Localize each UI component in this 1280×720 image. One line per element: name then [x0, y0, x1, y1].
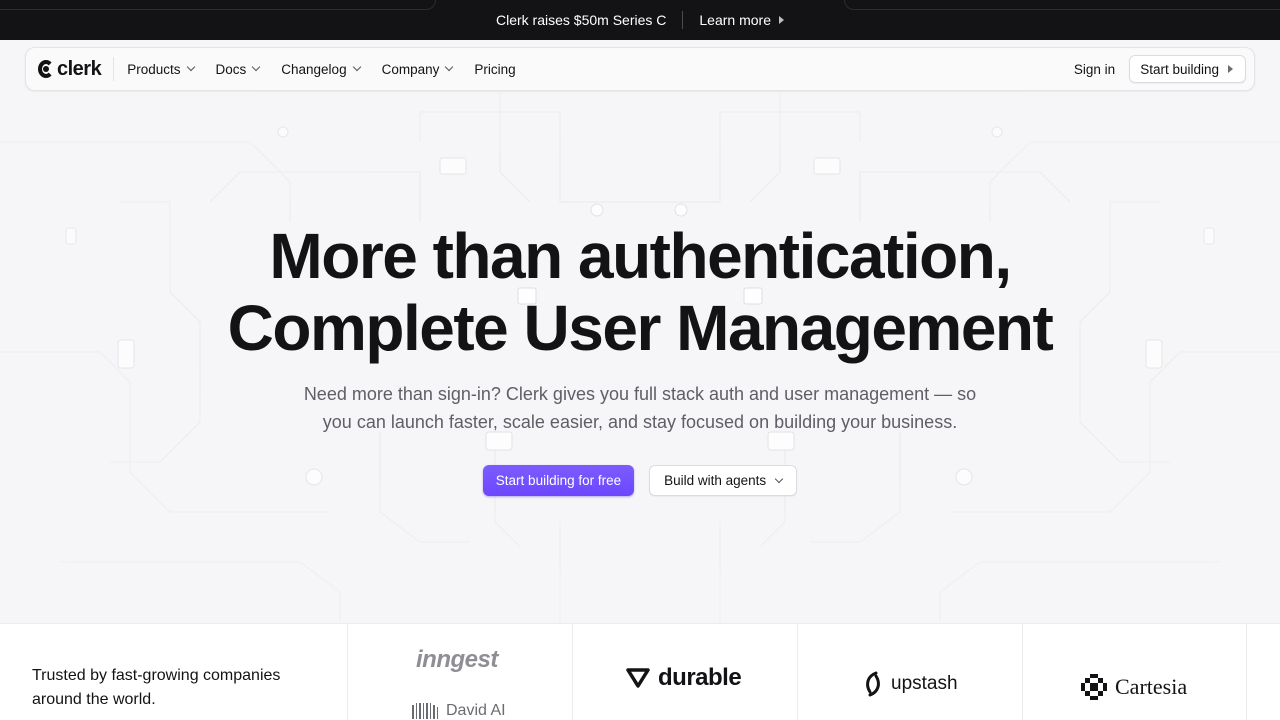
announcement-notch-right	[844, 0, 1280, 10]
cartesia-logo-text: Cartesia	[1115, 674, 1188, 699]
sign-in-link[interactable]: Sign in	[1074, 62, 1115, 77]
hero-title: More than authentication, Complete User …	[0, 220, 1280, 364]
cartesia-logo: Cartesia	[1081, 674, 1187, 700]
learn-more-label: Learn more	[699, 12, 771, 28]
nav-item-products[interactable]: Products	[116, 54, 204, 84]
hero-title-line-1: More than authentication,	[269, 220, 1012, 292]
upstash-logo: upstash	[862, 670, 958, 698]
start-building-label: Start building	[1140, 61, 1219, 77]
start-building-free-button[interactable]: Start building for free	[482, 465, 635, 496]
nav-item-label: Docs	[215, 61, 247, 77]
clerk-logo-text: clerk	[57, 57, 102, 80]
chevron-down-icon	[252, 62, 261, 72]
announcement-bar: Clerk raises $50m Series C Learn more	[0, 0, 1280, 40]
cartesia-checker-icon	[1081, 674, 1107, 700]
nav-item-pricing[interactable]: Pricing	[463, 54, 526, 84]
durable-heart-icon	[626, 668, 650, 688]
durable-logo: durable	[625, 664, 742, 692]
nav-item-changelog[interactable]: Changelog	[270, 54, 370, 84]
durable-logo-text: durable	[658, 664, 742, 691]
nav-item-company[interactable]: Company	[371, 54, 464, 84]
trusted-by-text: Trusted by fast-growing companies around…	[32, 667, 281, 708]
nav-item-label: Products	[127, 61, 181, 77]
nav-actions: Sign in Start building	[1074, 55, 1246, 83]
announcement-divider	[682, 11, 684, 29]
customer-logos-section: Trusted by fast-growing companies around…	[0, 623, 1280, 720]
logo-cell: upstash	[797, 624, 1022, 720]
announcement-text: Clerk raises $50m Series C	[496, 12, 667, 28]
clerk-logo-icon	[38, 60, 54, 78]
david-ai-logo-text: David AI	[446, 702, 506, 719]
build-with-agents-label: Build with agents	[664, 473, 767, 488]
nav-item-label: Changelog	[281, 61, 347, 77]
clerk-logo[interactable]: clerk	[38, 57, 115, 81]
hero-subtitle: Need more than sign-in? Clerk gives you …	[303, 384, 977, 432]
start-building-button[interactable]: Start building	[1129, 55, 1246, 83]
chevron-down-icon	[774, 474, 784, 483]
play-arrow-icon	[1228, 65, 1233, 73]
logo-cell: Cartesia	[1022, 624, 1247, 720]
play-arrow-icon	[778, 16, 784, 24]
nav-menu: Products Docs Changelog Company Pricing	[116, 54, 526, 84]
nav-item-label: Company	[381, 61, 440, 77]
inngest-logo: inngest	[416, 646, 498, 673]
announcement-notch-left	[0, 0, 436, 10]
chevron-down-icon	[186, 62, 195, 72]
build-with-agents-button[interactable]: Build with agents	[649, 465, 798, 496]
chevron-down-icon	[445, 62, 454, 72]
chevron-down-icon	[352, 62, 361, 72]
upstash-icon	[866, 671, 880, 697]
hero-cta-row: Start building for free Build with agent…	[0, 465, 1280, 496]
upstash-logo-text: upstash	[891, 673, 958, 694]
david-ai-bars-icon	[412, 703, 438, 719]
hero-title-line-2: Complete User Management	[227, 292, 1054, 364]
logo-cell: inngest David AI	[347, 624, 572, 720]
main-nav: clerk Products Docs Changelog Company Pr…	[25, 47, 1255, 91]
nav-item-label: Pricing	[474, 61, 516, 77]
david-ai-logo: David AI	[412, 702, 506, 720]
learn-more-link[interactable]: Learn more	[699, 12, 784, 28]
nav-item-docs[interactable]: Docs	[205, 54, 271, 84]
logo-cell: durable	[572, 624, 797, 720]
